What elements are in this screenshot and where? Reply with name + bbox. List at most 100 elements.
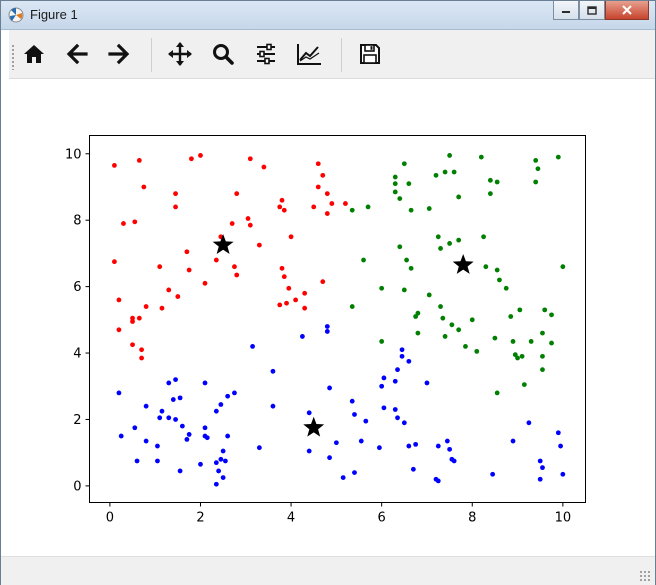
- data-point: [143, 403, 149, 409]
- data-point: [220, 448, 226, 454]
- data-point: [560, 264, 566, 270]
- back-button[interactable]: [61, 38, 93, 70]
- data-point: [381, 375, 387, 381]
- data-point: [349, 398, 355, 404]
- data-point: [540, 353, 545, 359]
- data-point: [435, 234, 441, 240]
- data-point: [166, 287, 172, 293]
- data-point: [483, 264, 489, 270]
- toolbar-grip[interactable]: [11, 44, 15, 70]
- data-point: [234, 272, 240, 278]
- title-bar[interactable]: Figure 1: [1, 1, 655, 30]
- data-point: [376, 445, 382, 451]
- data-point: [381, 405, 387, 411]
- save-button[interactable]: [354, 38, 386, 70]
- data-point: [413, 441, 419, 447]
- data-point: [549, 312, 554, 318]
- figure-background: [9, 79, 649, 555]
- data-point: [299, 334, 305, 339]
- close-button[interactable]: [605, 1, 649, 20]
- data-point: [451, 458, 457, 464]
- forward-button[interactable]: [103, 38, 135, 70]
- data-point: [324, 211, 330, 216]
- data-point: [234, 191, 240, 197]
- data-point: [404, 257, 409, 263]
- data-point: [487, 191, 493, 197]
- data-point: [358, 438, 364, 444]
- minimize-icon: [562, 11, 570, 13]
- data-point: [361, 257, 366, 263]
- data-point: [392, 189, 398, 195]
- zoom-button[interactable]: [207, 38, 239, 70]
- data-point: [444, 438, 450, 444]
- data-point: [136, 158, 142, 163]
- line-chart-icon: [297, 44, 321, 65]
- y-tick-label: 8: [73, 214, 81, 229]
- data-point: [159, 408, 165, 414]
- data-point: [256, 445, 262, 451]
- data-point: [184, 249, 190, 255]
- data-point: [533, 179, 539, 185]
- data-point: [130, 319, 135, 324]
- data-point: [139, 355, 144, 361]
- data-point: [542, 307, 548, 313]
- data-point: [247, 222, 253, 228]
- data-point: [279, 265, 285, 271]
- data-point: [503, 285, 509, 291]
- pan-button[interactable]: [164, 38, 196, 70]
- data-point: [379, 339, 385, 344]
- data-point: [438, 304, 443, 309]
- data-point: [132, 219, 138, 225]
- data-point: [216, 468, 221, 474]
- data-point: [284, 300, 289, 306]
- data-point: [549, 340, 554, 346]
- data-point: [281, 274, 287, 280]
- data-point: [218, 456, 224, 462]
- maximize-button[interactable]: [579, 1, 605, 20]
- data-point: [406, 443, 412, 449]
- data-point: [343, 201, 348, 206]
- data-point: [392, 407, 398, 412]
- home-button[interactable]: [18, 38, 50, 70]
- data-point: [311, 204, 317, 210]
- data-point: [225, 393, 231, 399]
- axes-edit-button[interactable]: [293, 38, 325, 70]
- resize-grip[interactable]: [639, 570, 651, 582]
- minimize-button[interactable]: [553, 1, 579, 20]
- data-point: [555, 430, 561, 436]
- data-point: [186, 267, 192, 273]
- data-point: [540, 465, 545, 471]
- data-point: [379, 285, 385, 291]
- data-point: [132, 425, 138, 431]
- data-point: [395, 367, 400, 373]
- figure-canvas[interactable]: 0 2 4 6 8 10 0 2 4 6 8 10: [9, 79, 649, 555]
- maximize-icon: [587, 5, 597, 15]
- data-point: [256, 242, 262, 248]
- data-point: [399, 347, 405, 353]
- data-point: [116, 297, 122, 303]
- data-point: [270, 403, 276, 409]
- data-point: [340, 475, 346, 480]
- y-tick-label: 4: [73, 347, 81, 362]
- data-point: [232, 390, 237, 396]
- data-point: [410, 466, 416, 472]
- data-point: [134, 458, 140, 464]
- data-point: [352, 412, 357, 417]
- data-point: [490, 471, 496, 477]
- data-point: [173, 204, 178, 210]
- subplots-button[interactable]: [250, 38, 282, 70]
- data-point: [449, 322, 455, 328]
- arrow-left-icon: [66, 43, 88, 65]
- data-point: [202, 280, 208, 286]
- data-point: [447, 153, 453, 158]
- data-point: [537, 458, 543, 464]
- data-point: [247, 156, 253, 162]
- data-point: [277, 302, 283, 308]
- matplotlib-logo-icon: [8, 7, 24, 23]
- data-point: [175, 294, 181, 299]
- data-point: [408, 265, 414, 271]
- data-point: [315, 161, 321, 167]
- navigation-toolbar: [1, 30, 655, 79]
- data-point: [456, 237, 462, 243]
- data-point: [116, 327, 122, 333]
